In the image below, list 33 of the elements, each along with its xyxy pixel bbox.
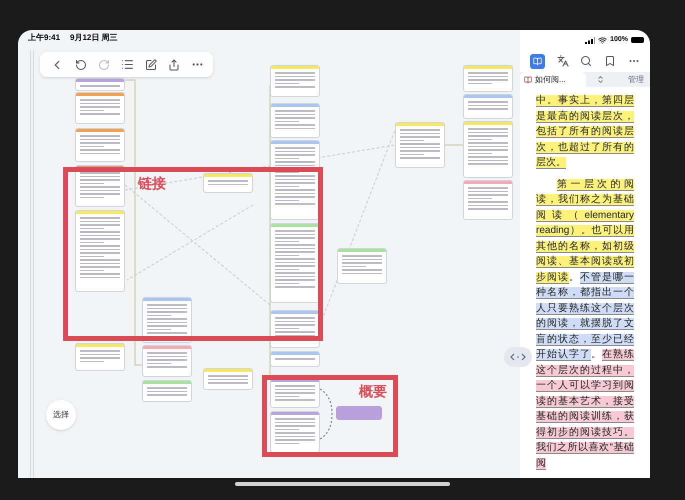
share-icon[interactable] xyxy=(168,58,180,70)
annotation-label: 链接 xyxy=(138,174,166,193)
sort-icon[interactable] xyxy=(596,75,605,84)
translate-icon[interactable] xyxy=(556,55,569,67)
note-card[interactable] xyxy=(75,128,125,162)
select-button[interactable]: 选择 xyxy=(46,400,76,430)
note-card[interactable] xyxy=(75,92,125,124)
branch-line xyxy=(444,144,464,146)
text-style-icon[interactable] xyxy=(530,54,545,68)
note-card[interactable] xyxy=(75,78,125,91)
status-time: 上午9:41 xyxy=(28,32,60,44)
manage-button[interactable]: 管理 xyxy=(628,74,644,86)
panel-toggle-handle[interactable] xyxy=(504,347,532,367)
book-icon xyxy=(524,76,532,84)
undo-icon[interactable] xyxy=(74,58,86,70)
note-card[interactable] xyxy=(270,223,320,303)
reading-paragraph: 第一层次的阅读，我们称之为基础阅读（elementary reading）。也可以用其他的名称，如初级阅读、基本阅读或初步阅读。不管是哪一种名称，都指出一个人只要熟练这个层次的阅读，就摆脱了文盲的状态，至少已经开始认字了。在熟练这个层次的过程中，一个人可以学习到阅读的基本艺术，接受基础的阅读训练，获得初步的阅读技巧。我们之所以喜欢“基础阅 xyxy=(536,178,634,471)
bookmark-icon[interactable] xyxy=(604,55,616,67)
summary-node[interactable] xyxy=(336,406,382,420)
annotation-label: 概要 xyxy=(359,382,387,401)
signal-icon xyxy=(585,36,596,44)
reading-paragraph: 中。事实上，第四层是最高的阅读层次，包括了所有的阅读层次，也超过了所有的层次。 xyxy=(536,94,634,170)
battery-icon xyxy=(631,37,644,43)
list-icon[interactable] xyxy=(120,58,134,71)
wifi-icon xyxy=(598,36,608,44)
note-card[interactable] xyxy=(270,378,320,408)
note-card[interactable] xyxy=(270,411,320,453)
status-date: 9月12日 周三 xyxy=(70,32,118,44)
expand-arrows-icon xyxy=(510,353,526,361)
document-tab[interactable]: 如何阅... xyxy=(520,72,586,87)
note-card[interactable] xyxy=(270,140,320,220)
search-icon[interactable] xyxy=(580,55,592,67)
edit-icon[interactable] xyxy=(144,58,156,70)
